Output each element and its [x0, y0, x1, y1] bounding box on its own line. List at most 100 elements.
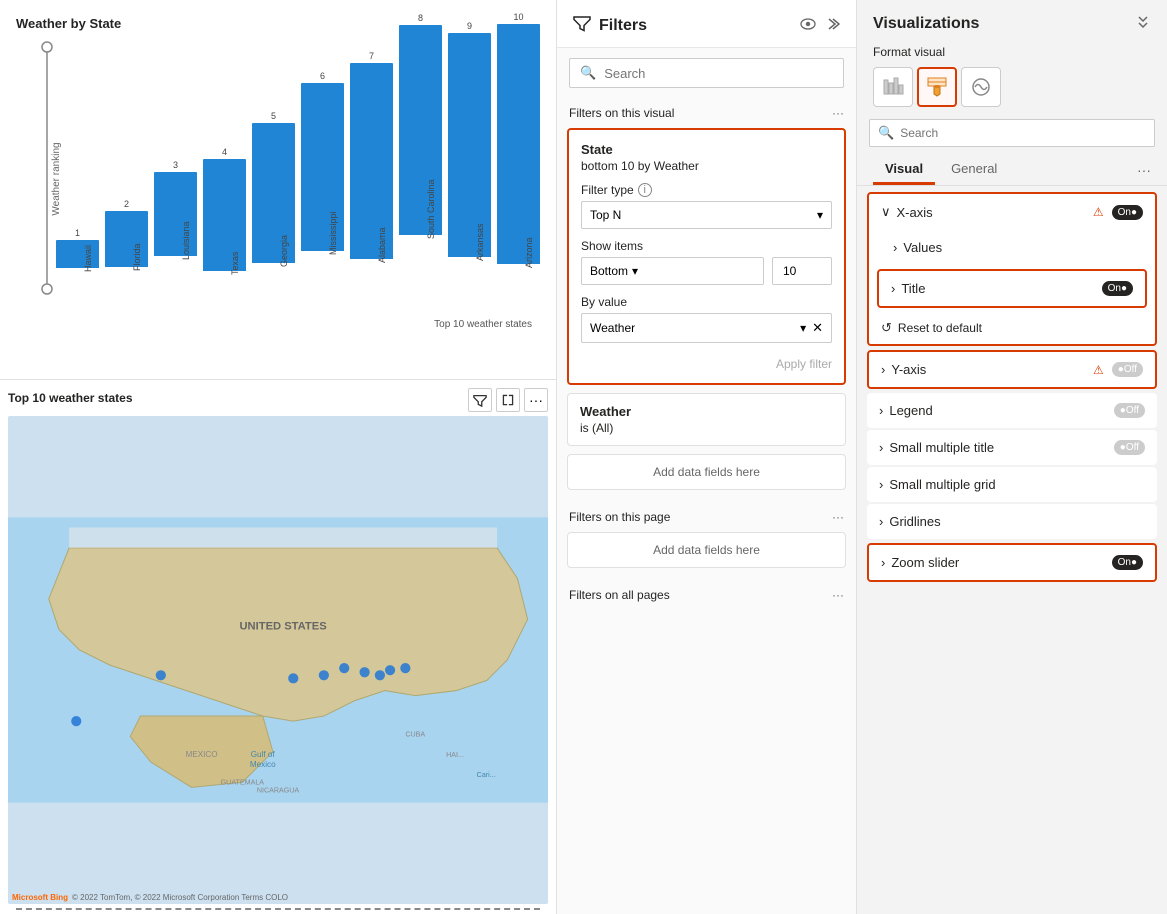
- header-actions: [800, 16, 840, 35]
- bar-group: 6 Mississippi: [301, 71, 344, 299]
- state-filter-subtitle: bottom 10 by Weather: [581, 159, 832, 173]
- small-multiple-grid-section[interactable]: › Small multiple grid: [867, 467, 1157, 502]
- by-value-field[interactable]: Weather ▾ ✕: [581, 313, 832, 343]
- chevron-down-icon: ▾: [817, 208, 823, 222]
- weather-filter-card: Weather is (All): [567, 393, 846, 446]
- bing-logo: Microsoft Bing: [12, 893, 68, 902]
- chevron-right-icon: ›: [879, 514, 883, 529]
- state-filter-card: State bottom 10 by Weather Filter type i…: [567, 128, 846, 385]
- state-filter-title: State: [581, 142, 832, 157]
- legend-label: Legend: [889, 403, 932, 418]
- filter-icon: [573, 14, 591, 37]
- x-axis-section: ∨ X-axis ⚠ On● › Values › Title On●: [867, 192, 1157, 346]
- y-axis-label: Y-axis: [891, 362, 926, 377]
- filters-visual-dots[interactable]: ···: [832, 106, 844, 120]
- tab-general[interactable]: General: [939, 155, 1009, 185]
- legend-section[interactable]: › Legend ●Off: [867, 393, 1157, 428]
- small-multiple-grid-label: Small multiple grid: [889, 477, 995, 492]
- svg-text:Cari...: Cari...: [477, 771, 496, 779]
- bar-arizona: [497, 24, 540, 264]
- small-multiple-title-section[interactable]: › Small multiple title ●Off: [867, 430, 1157, 465]
- viz-tab-dots[interactable]: ···: [1137, 162, 1151, 178]
- gridlines-section[interactable]: › Gridlines: [867, 504, 1157, 539]
- map-container: Top 10 weather states ··· Gulf o: [0, 380, 556, 914]
- filter-type-dropdown[interactable]: Top N ▾: [581, 201, 832, 229]
- filters-page-dots[interactable]: ···: [832, 510, 844, 524]
- svg-text:NICARAGUA: NICARAGUA: [257, 786, 300, 794]
- filters-header: Filters: [557, 0, 856, 48]
- chevron-right-icon: ›: [893, 240, 897, 255]
- show-items-direction-dropdown[interactable]: Bottom ▾: [581, 257, 764, 285]
- y-axis-toggle[interactable]: ●Off: [1112, 362, 1143, 377]
- values-label: Values: [903, 240, 942, 255]
- filters-panel: Filters 🔍 Filters on this visual ··· Sta…: [557, 0, 857, 914]
- x-axis-toggle[interactable]: On●: [1112, 205, 1143, 220]
- values-row[interactable]: › Values: [869, 230, 1155, 265]
- add-data-fields-visual[interactable]: Add data fields here: [567, 454, 846, 490]
- viz-expand-icon[interactable]: [1135, 14, 1151, 33]
- title-row[interactable]: › Title On●: [879, 271, 1145, 306]
- bar-group: 3 Louisiana: [154, 160, 197, 299]
- tab-visual[interactable]: Visual: [873, 155, 935, 185]
- left-panel: Weather by State Weather ranking 1 Hawai…: [0, 0, 557, 914]
- close-icon[interactable]: ✕: [812, 320, 823, 336]
- chevron-down-icon[interactable]: ▾: [800, 321, 806, 335]
- eye-icon[interactable]: [800, 16, 816, 35]
- weather-filter-value: is (All): [580, 421, 833, 435]
- svg-text:UNITED STATES: UNITED STATES: [239, 620, 327, 632]
- viz-search-input[interactable]: [900, 126, 1146, 140]
- format-paint-button[interactable]: [917, 67, 957, 107]
- visualizations-panel: Visualizations Format visual 🔍 Visu: [857, 0, 1167, 914]
- filters-all-dots[interactable]: ···: [832, 588, 844, 602]
- reset-to-default-row[interactable]: ↺ Reset to default: [869, 312, 1155, 344]
- map-expand-icon[interactable]: [496, 388, 520, 412]
- bar-chart: Weather ranking 1 Hawaii 2 Florida: [16, 39, 540, 319]
- map-footer: Microsoft Bing © 2022 TomTom, © 2022 Mic…: [12, 893, 288, 902]
- legend-toggle[interactable]: ●Off: [1114, 403, 1145, 418]
- svg-text:Mexico: Mexico: [250, 760, 276, 769]
- viz-tabs: Visual General ···: [857, 155, 1167, 186]
- filter-type-label: Filter type i: [581, 183, 832, 197]
- search-icon: 🔍: [878, 125, 894, 141]
- apply-filter-button[interactable]: Apply filter: [581, 353, 832, 371]
- zoom-slider-row[interactable]: › Zoom slider On●: [869, 545, 1155, 580]
- analytics-icon-button[interactable]: [961, 67, 1001, 107]
- bar-group: 1 Hawaii: [56, 228, 99, 299]
- bars-area: 1 Hawaii 2 Florida 3 Louisiana 4: [56, 39, 540, 319]
- map-copyright: © 2022 TomTom, © 2022 Microsoft Corporat…: [72, 893, 288, 902]
- svg-text:HAI...: HAI...: [446, 751, 464, 759]
- bar-group: 7 Alabama: [350, 51, 393, 299]
- filter-type-info-icon[interactable]: i: [638, 183, 652, 197]
- by-value-label: By value: [581, 295, 832, 309]
- map-area: Gulf of Mexico UNITED STATES MEXICO GUAT…: [8, 416, 548, 904]
- weather-filter-title: Weather: [580, 404, 833, 419]
- bar-group: 2 Florida: [105, 199, 148, 299]
- chevron-down-icon: ∨: [881, 204, 891, 220]
- data-icon-button[interactable]: [873, 67, 913, 107]
- add-data-fields-page[interactable]: Add data fields here: [567, 532, 846, 568]
- viz-title: Visualizations: [873, 15, 979, 33]
- zoom-slider-label: Zoom slider: [891, 555, 959, 570]
- warning-icon: ⚠: [1093, 363, 1104, 377]
- viz-search-box[interactable]: 🔍: [869, 119, 1155, 147]
- x-axis-row[interactable]: ∨ X-axis ⚠ On●: [869, 194, 1155, 230]
- map-filter-icon[interactable]: [468, 388, 492, 412]
- viz-toolbar: [857, 67, 1167, 115]
- filters-on-page-label: Filters on this page ···: [557, 502, 856, 528]
- show-items-count[interactable]: 10: [772, 257, 832, 285]
- map-more-icon[interactable]: ···: [524, 388, 548, 412]
- gridlines-label: Gridlines: [889, 514, 940, 529]
- small-multiple-title-toggle[interactable]: ●Off: [1114, 440, 1145, 455]
- svg-text:Gulf of: Gulf of: [251, 750, 276, 759]
- bar-group: 4 Texas: [203, 147, 246, 299]
- filters-search-box[interactable]: 🔍: [569, 58, 844, 88]
- filters-search-input[interactable]: [604, 66, 833, 81]
- chevron-right-icon[interactable]: [824, 16, 840, 35]
- filters-title: Filters: [599, 17, 792, 35]
- title-toggle[interactable]: On●: [1102, 281, 1133, 296]
- by-value-actions: ▾ ✕: [800, 320, 823, 336]
- y-axis-row[interactable]: › Y-axis ⚠ ●Off: [869, 352, 1155, 387]
- chevron-right-icon: ›: [879, 403, 883, 418]
- zoom-slider-toggle[interactable]: On●: [1112, 555, 1143, 570]
- dashed-divider: [16, 908, 540, 910]
